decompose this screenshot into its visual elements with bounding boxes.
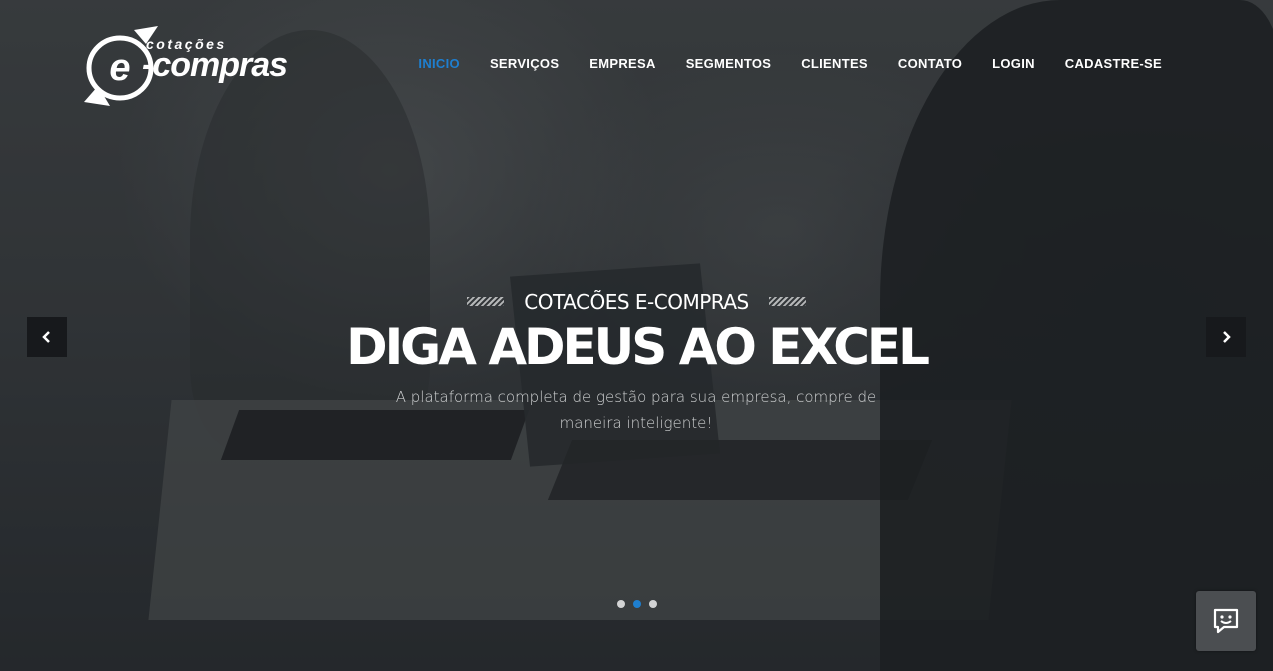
nav-item-login[interactable]: LOGIN <box>977 52 1050 75</box>
logo-main-text: -compras <box>142 46 287 84</box>
hero-title: DIGA ADEUS AO EXCEL <box>346 318 930 376</box>
nav-item-empresa[interactable]: EMPRESA <box>574 52 670 75</box>
chevron-right-icon <box>1223 331 1231 343</box>
carousel-indicators <box>617 600 657 608</box>
chat-widget-button[interactable] <box>1196 591 1256 651</box>
logo-link[interactable]: e cotações -compras <box>82 18 322 110</box>
nav-item-cadastre-se[interactable]: CADASTRE-SE <box>1050 52 1177 75</box>
nav-item-contato[interactable]: CONTATO <box>883 52 977 75</box>
chat-smile-icon <box>1213 608 1239 634</box>
carousel-dot-1[interactable] <box>617 600 625 608</box>
carousel-dot-2[interactable] <box>633 600 641 608</box>
chevron-left-icon <box>42 331 50 343</box>
logo-icon: e cotações -compras <box>84 26 288 106</box>
logo-e: e <box>109 47 130 89</box>
main-nav: INICIO SERVIÇOS EMPRESA SEGMENTOS CLIENT… <box>403 52 1177 75</box>
nav-item-clientes[interactable]: CLIENTES <box>786 52 883 75</box>
carousel-dot-3[interactable] <box>649 600 657 608</box>
hero-pre-title-text: COTACÕES E-COMPRAS <box>524 289 749 314</box>
stripes-decoration-left <box>467 297 505 306</box>
nav-item-inicio[interactable]: INICIO <box>403 52 475 75</box>
carousel-prev-button[interactable] <box>27 317 67 357</box>
stripes-decoration-right <box>768 297 806 306</box>
nav-item-segmentos[interactable]: SEGMENTOS <box>671 52 787 75</box>
carousel-next-button[interactable] <box>1206 317 1246 357</box>
nav-item-servicos[interactable]: SERVIÇOS <box>475 52 574 75</box>
hero-subtitle: A plataforma completa de gestão para sua… <box>395 388 877 432</box>
hero-pre-title: COTACÕES E-COMPRAS <box>0 288 1273 314</box>
